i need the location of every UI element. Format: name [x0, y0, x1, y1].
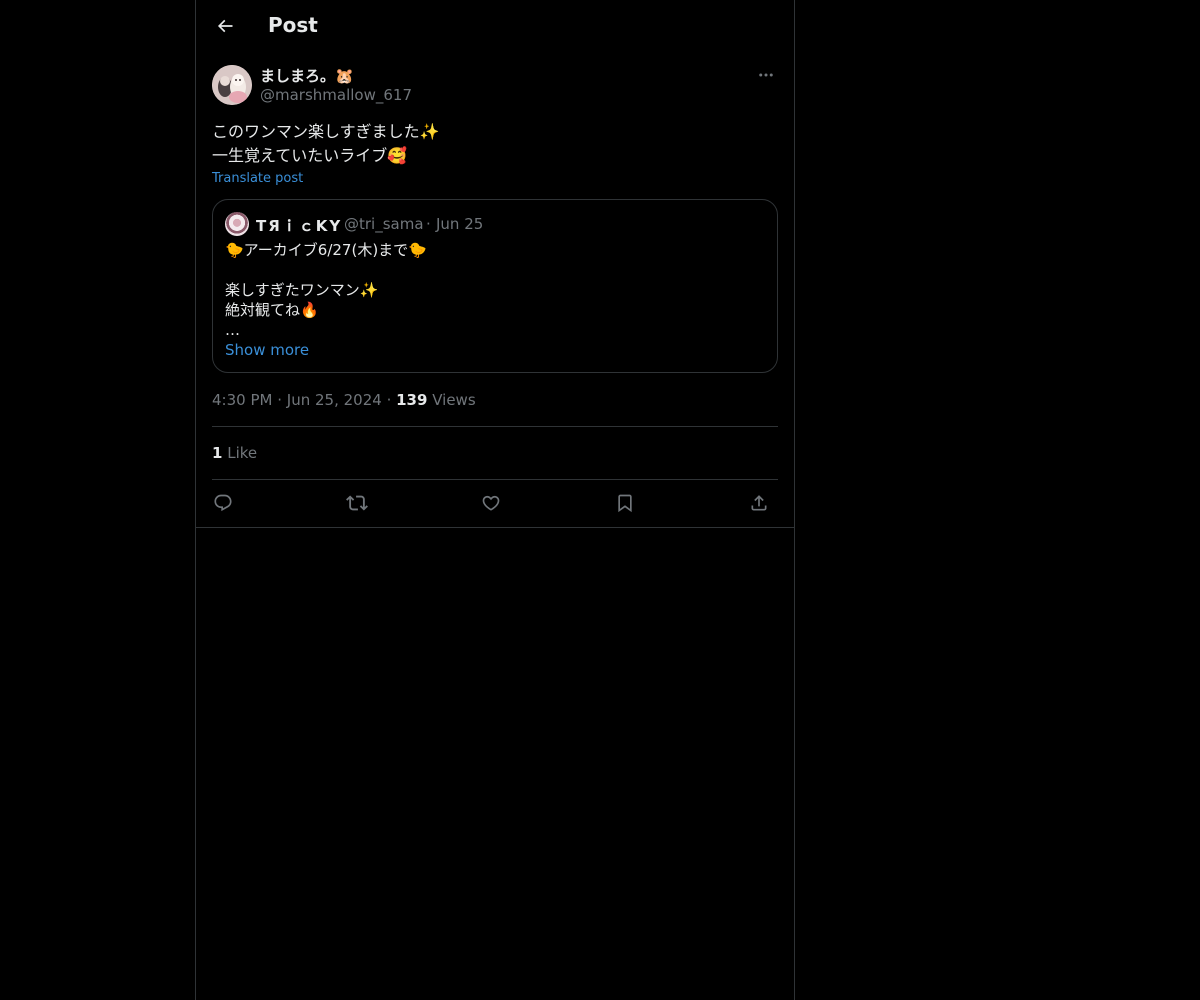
share-button[interactable] [746, 490, 772, 516]
more-options-button[interactable] [754, 65, 778, 85]
post-meta: 4:30 PM · Jun 25, 2024 · 139 Views [212, 391, 476, 409]
repost-button[interactable] [344, 490, 370, 516]
avatar-image [212, 65, 252, 105]
quoted-date: Jun 25 [436, 215, 484, 233]
divider [212, 426, 778, 427]
reply-button[interactable] [210, 490, 236, 516]
post-text-line: このワンマン楽しすぎました✨ [212, 122, 440, 141]
quoted-text: 🐤アーカイブ6/27(木)まで🐤 楽しすぎたワンマン✨ 絶対観てね🔥 … [225, 241, 427, 339]
divider [196, 527, 794, 528]
page-title: Post [268, 13, 318, 37]
post-time[interactable]: 4:30 PM [212, 391, 272, 409]
separator-dot: · [426, 215, 431, 233]
author-name[interactable]: ましまろ。🐹 [260, 65, 354, 86]
action-bar [212, 490, 778, 516]
views-count: 139 [396, 391, 428, 409]
like-button[interactable] [478, 490, 504, 516]
translate-post-link[interactable]: Translate post [212, 171, 303, 186]
post-author: ましまろ。🐹 @marshmallow_617 [212, 65, 778, 107]
separator-dot: · [277, 391, 287, 409]
post-column: Post ましまろ。🐹 @marshmallow_617 このワンマン楽しすぎま… [195, 0, 795, 1000]
quoted-author-name: TЯｉｃKY [256, 217, 343, 235]
back-button[interactable] [208, 9, 242, 43]
likes-summary[interactable]: 1 Like [212, 444, 257, 462]
arrow-left-icon [217, 19, 233, 33]
share-icon [751, 495, 767, 511]
bookmark-button[interactable] [612, 490, 638, 516]
likes-count: 1 [212, 444, 223, 462]
show-more-link[interactable]: Show more [225, 341, 309, 359]
quoted-post[interactable]: TЯｉｃKY @tri_sama · Jun 25 🐤アーカイブ6/27(木)ま… [212, 199, 778, 373]
divider [212, 479, 778, 480]
heart-icon [482, 495, 500, 511]
likes-label: Like [227, 444, 258, 462]
post-text-line: 一生覚えていたいライブ🥰 [212, 146, 408, 165]
views-label: Views [432, 391, 476, 409]
bookmark-icon [618, 494, 632, 513]
post-date[interactable]: Jun 25, 2024 [287, 391, 382, 409]
quoted-avatar[interactable] [225, 212, 249, 236]
post-text: このワンマン楽しすぎました✨ 一生覚えていたいライブ🥰 [212, 120, 778, 168]
author-handle[interactable]: @marshmallow_617 [260, 86, 412, 104]
reply-icon [214, 494, 232, 512]
repost-icon [346, 495, 368, 511]
avatar[interactable] [212, 65, 252, 105]
more-icon [759, 73, 773, 77]
separator-dot: · [386, 391, 397, 409]
quoted-author-handle: @tri_sama [344, 215, 424, 233]
post-header: Post [196, 0, 794, 53]
